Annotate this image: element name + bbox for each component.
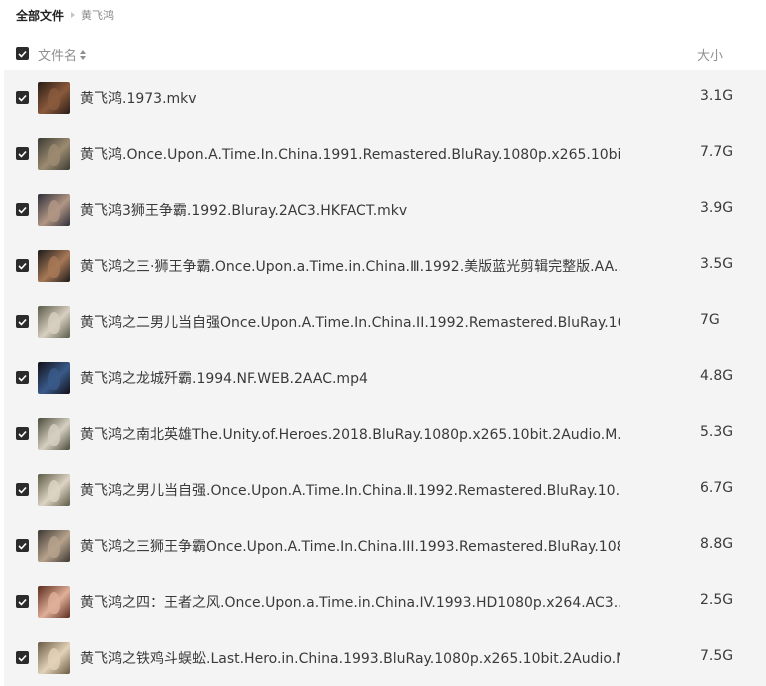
file-name[interactable]: 黄飞鸿.Once.Upon.A.Time.In.China.1991.Remas… xyxy=(80,144,620,164)
video-thumbnail[interactable] xyxy=(38,194,70,226)
column-header-filename[interactable]: 文件名 xyxy=(38,45,87,64)
thumbnail-figure xyxy=(48,144,60,166)
file-checkbox[interactable] xyxy=(16,315,29,328)
file-row[interactable]: 黄飞鸿之南北英雄The.Unity.of.Heroes.2018.BluRay.… xyxy=(4,406,766,462)
file-size: 3.9G xyxy=(700,200,734,216)
video-thumbnail[interactable] xyxy=(38,362,70,394)
file-name[interactable]: 黄飞鸿之南北英雄The.Unity.of.Heroes.2018.BluRay.… xyxy=(80,424,620,444)
sort-icon[interactable] xyxy=(80,49,87,60)
file-name[interactable]: 黄飞鸿之四：王者之风.Once.Upon.a.Time.in.China.IV.… xyxy=(80,592,620,612)
file-checkbox[interactable] xyxy=(16,91,29,104)
file-checkbox[interactable] xyxy=(16,371,29,384)
video-thumbnail[interactable] xyxy=(38,138,70,170)
video-thumbnail[interactable] xyxy=(38,306,70,338)
file-row[interactable]: 黄飞鸿之三狮王争霸Once.Upon.A.Time.In.China.III.1… xyxy=(4,518,766,574)
thumbnail-figure xyxy=(48,256,60,278)
file-size: 5.3G xyxy=(700,424,734,440)
file-checkbox[interactable] xyxy=(16,483,29,496)
file-checkbox[interactable] xyxy=(16,427,29,440)
thumbnail-figure xyxy=(48,200,60,222)
file-checkbox[interactable] xyxy=(16,595,29,608)
video-thumbnail[interactable] xyxy=(38,586,70,618)
file-checkbox[interactable] xyxy=(16,147,29,160)
file-name[interactable]: 黄飞鸿.1973.mkv xyxy=(80,88,620,108)
video-thumbnail[interactable] xyxy=(38,642,70,674)
file-row[interactable]: 黄飞鸿之四：王者之风.Once.Upon.a.Time.in.China.IV.… xyxy=(4,574,766,630)
file-size: 2.5G xyxy=(700,592,734,608)
thumbnail-figure xyxy=(48,312,60,334)
thumbnail-figure xyxy=(48,592,60,614)
file-row[interactable]: 黄飞鸿之男儿当自强.Once.Upon.A.Time.In.China.Ⅱ.19… xyxy=(4,462,766,518)
file-name[interactable]: 黄飞鸿之铁鸡斗蜈蚣.Last.Hero.in.China.1993.BluRay… xyxy=(80,648,620,668)
file-size: 4.8G xyxy=(700,368,734,384)
file-checkbox[interactable] xyxy=(16,259,29,272)
file-name[interactable]: 黄飞鸿之二男儿当自强Once.Upon.A.Time.In.China.II.1… xyxy=(80,312,620,332)
select-all-checkbox[interactable] xyxy=(16,47,29,60)
breadcrumb: 全部文件 黄飞鸿 xyxy=(16,6,114,24)
file-row[interactable]: 黄飞鸿之二男儿当自强Once.Upon.A.Time.In.China.II.1… xyxy=(4,294,766,350)
file-row[interactable]: 黄飞鸿.1973.mkv 3.1G xyxy=(4,70,766,126)
video-thumbnail[interactable] xyxy=(38,530,70,562)
file-name[interactable]: 黄飞鸿之三·狮王争霸.Once.Upon.a.Time.in.China.Ⅲ.1… xyxy=(80,256,620,276)
breadcrumb-all-files[interactable]: 全部文件 xyxy=(16,7,64,24)
file-size: 3.1G xyxy=(700,88,734,104)
file-list-header: 文件名 大小 xyxy=(0,40,766,68)
file-name[interactable]: 黄飞鸿3狮王争霸.1992.Bluray.2AC3.HKFACT.mkv xyxy=(80,200,620,220)
file-size: 6.7G xyxy=(700,480,734,496)
thumbnail-figure xyxy=(48,424,60,446)
file-row[interactable]: 黄飞鸿3狮王争霸.1992.Bluray.2AC3.HKFACT.mkv 3.9G xyxy=(4,182,766,238)
file-name[interactable]: 黄飞鸿之三狮王争霸Once.Upon.A.Time.In.China.III.1… xyxy=(80,536,620,556)
column-header-filename-label: 文件名 xyxy=(38,49,78,64)
file-list: 黄飞鸿.1973.mkv 3.1G 黄飞鸿.Once.Upon.A.Time.In.… xyxy=(4,70,766,686)
file-size: 7.7G xyxy=(700,144,734,160)
file-name[interactable]: 黄飞鸿之男儿当自强.Once.Upon.A.Time.In.China.Ⅱ.19… xyxy=(80,480,620,500)
file-row[interactable]: 黄飞鸿之铁鸡斗蜈蚣.Last.Hero.in.China.1993.BluRay… xyxy=(4,630,766,686)
video-thumbnail[interactable] xyxy=(38,474,70,506)
file-name[interactable]: 黄飞鸿之龙城歼霸.1994.NF.WEB.2AAC.mp4 xyxy=(80,368,620,388)
breadcrumb-separator-icon xyxy=(71,12,76,18)
file-checkbox[interactable] xyxy=(16,539,29,552)
breadcrumb-current-folder: 黄飞鸿 xyxy=(81,9,115,22)
thumbnail-figure xyxy=(48,368,60,390)
column-header-size: 大小 xyxy=(697,49,724,64)
thumbnail-figure xyxy=(48,88,60,110)
file-checkbox[interactable] xyxy=(16,203,29,216)
thumbnail-figure xyxy=(48,536,60,558)
file-size: 8.8G xyxy=(700,536,734,552)
file-row[interactable]: 黄飞鸿之龙城歼霸.1994.NF.WEB.2AAC.mp4 4.8G xyxy=(4,350,766,406)
video-thumbnail[interactable] xyxy=(38,82,70,114)
file-checkbox[interactable] xyxy=(16,651,29,664)
file-size: 3.5G xyxy=(700,256,734,272)
file-size: 7G xyxy=(700,312,720,328)
file-size: 7.5G xyxy=(700,648,734,664)
file-row[interactable]: 黄飞鸿.Once.Upon.A.Time.In.China.1991.Remas… xyxy=(4,126,766,182)
thumbnail-figure xyxy=(48,648,60,670)
video-thumbnail[interactable] xyxy=(38,418,70,450)
file-row[interactable]: 黄飞鸿之三·狮王争霸.Once.Upon.a.Time.in.China.Ⅲ.1… xyxy=(4,238,766,294)
video-thumbnail[interactable] xyxy=(38,250,70,282)
thumbnail-figure xyxy=(48,480,60,502)
